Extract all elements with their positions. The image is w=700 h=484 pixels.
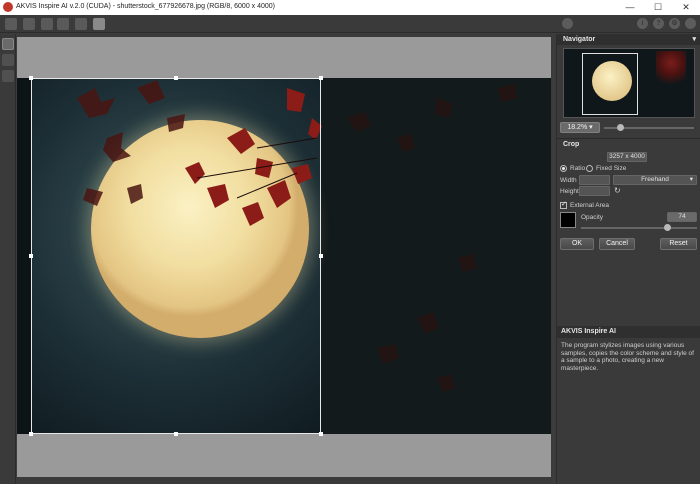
share-icon[interactable] [75, 18, 87, 30]
reset-button[interactable]: Reset [660, 238, 697, 250]
zoom-tool-icon[interactable] [2, 70, 14, 82]
minimize-button[interactable]: — [616, 0, 644, 15]
settings-panel: Navigator ▾ 18.2% ▾ Crop 3257 x 4000 Rat… [556, 34, 700, 484]
navigator-view-rect[interactable] [582, 53, 638, 115]
fixed-size-radio[interactable] [586, 165, 593, 172]
crop-handle-left[interactable] [29, 254, 33, 258]
about-text: The program stylizes images using variou… [561, 342, 694, 372]
navigator-thumbnail[interactable] [563, 48, 695, 118]
batch-icon[interactable] [93, 18, 105, 30]
maximize-button[interactable]: ☐ [644, 0, 672, 15]
crop-tool-icon[interactable] [2, 38, 14, 50]
crop-handle-bottom-right[interactable] [319, 432, 323, 436]
save-as-icon[interactable] [41, 18, 53, 30]
image-canvas[interactable] [17, 34, 552, 484]
crop-handle-top[interactable] [174, 76, 178, 80]
chevron-down-icon: ▾ [689, 176, 693, 183]
cancel-button[interactable]: Cancel [599, 238, 635, 250]
navigator-header: Navigator ▾ [557, 34, 700, 45]
height-input[interactable] [579, 186, 610, 196]
open-file-icon[interactable] [5, 18, 17, 30]
navigator-menu-icon[interactable]: ▾ [692, 34, 696, 45]
tools-panel [0, 34, 16, 484]
width-label: Width [560, 177, 577, 184]
swap-dimensions-icon[interactable]: ↻ [614, 186, 621, 195]
opacity-label: Opacity [581, 214, 604, 221]
zoom-select[interactable]: 18.2% ▾ [560, 122, 600, 133]
crop-handle-bottom[interactable] [174, 432, 178, 436]
save-file-icon[interactable] [23, 18, 35, 30]
crop-frame[interactable] [31, 78, 321, 434]
opacity-slider-knob[interactable] [663, 224, 671, 231]
app-logo-icon [3, 2, 13, 12]
crop-header: Crop [557, 139, 700, 150]
info-icon[interactable]: i [637, 18, 648, 29]
crop-handle-bottom-left[interactable] [29, 432, 33, 436]
ok-button[interactable]: OK [560, 238, 594, 250]
crop-size-display: 3257 x 4000 [607, 152, 647, 162]
crop-handle-top-right[interactable] [319, 76, 323, 80]
crop-handle-top-left[interactable] [29, 76, 33, 80]
print-icon[interactable] [57, 18, 69, 30]
ratio-label: Ratio [570, 165, 586, 172]
toolbar: i ? ⚙ [0, 15, 700, 33]
title-bar: AKVIS Inspire AI v.2.0 (CUDA) - shutters… [0, 0, 700, 15]
hand-tool-icon[interactable] [2, 54, 14, 66]
zoom-slider-knob[interactable] [617, 124, 625, 131]
external-area-checkbox[interactable] [560, 200, 567, 209]
height-label: Height [560, 188, 579, 195]
opacity-input[interactable]: 74 [667, 212, 697, 222]
opacity-slider-track[interactable] [581, 227, 697, 229]
help-icon[interactable]: ? [653, 18, 664, 29]
ratio-radio[interactable] [560, 165, 567, 172]
crop-preset-select[interactable]: Freehand ▾ [613, 175, 697, 185]
external-area-color-swatch[interactable] [560, 212, 576, 228]
about-header: AKVIS Inspire AI [557, 326, 700, 338]
settings-icon[interactable]: ⚙ [669, 18, 680, 29]
width-input[interactable] [579, 175, 610, 185]
external-area-label: External Area [570, 202, 610, 209]
preferences-icon[interactable] [685, 18, 696, 29]
fixed-size-label: Fixed Size [596, 165, 627, 172]
run-icon[interactable] [562, 18, 573, 29]
crop-handle-right[interactable] [319, 254, 323, 258]
window-title: AKVIS Inspire AI v.2.0 (CUDA) - shutters… [16, 3, 276, 10]
close-button[interactable]: ✕ [672, 0, 700, 15]
